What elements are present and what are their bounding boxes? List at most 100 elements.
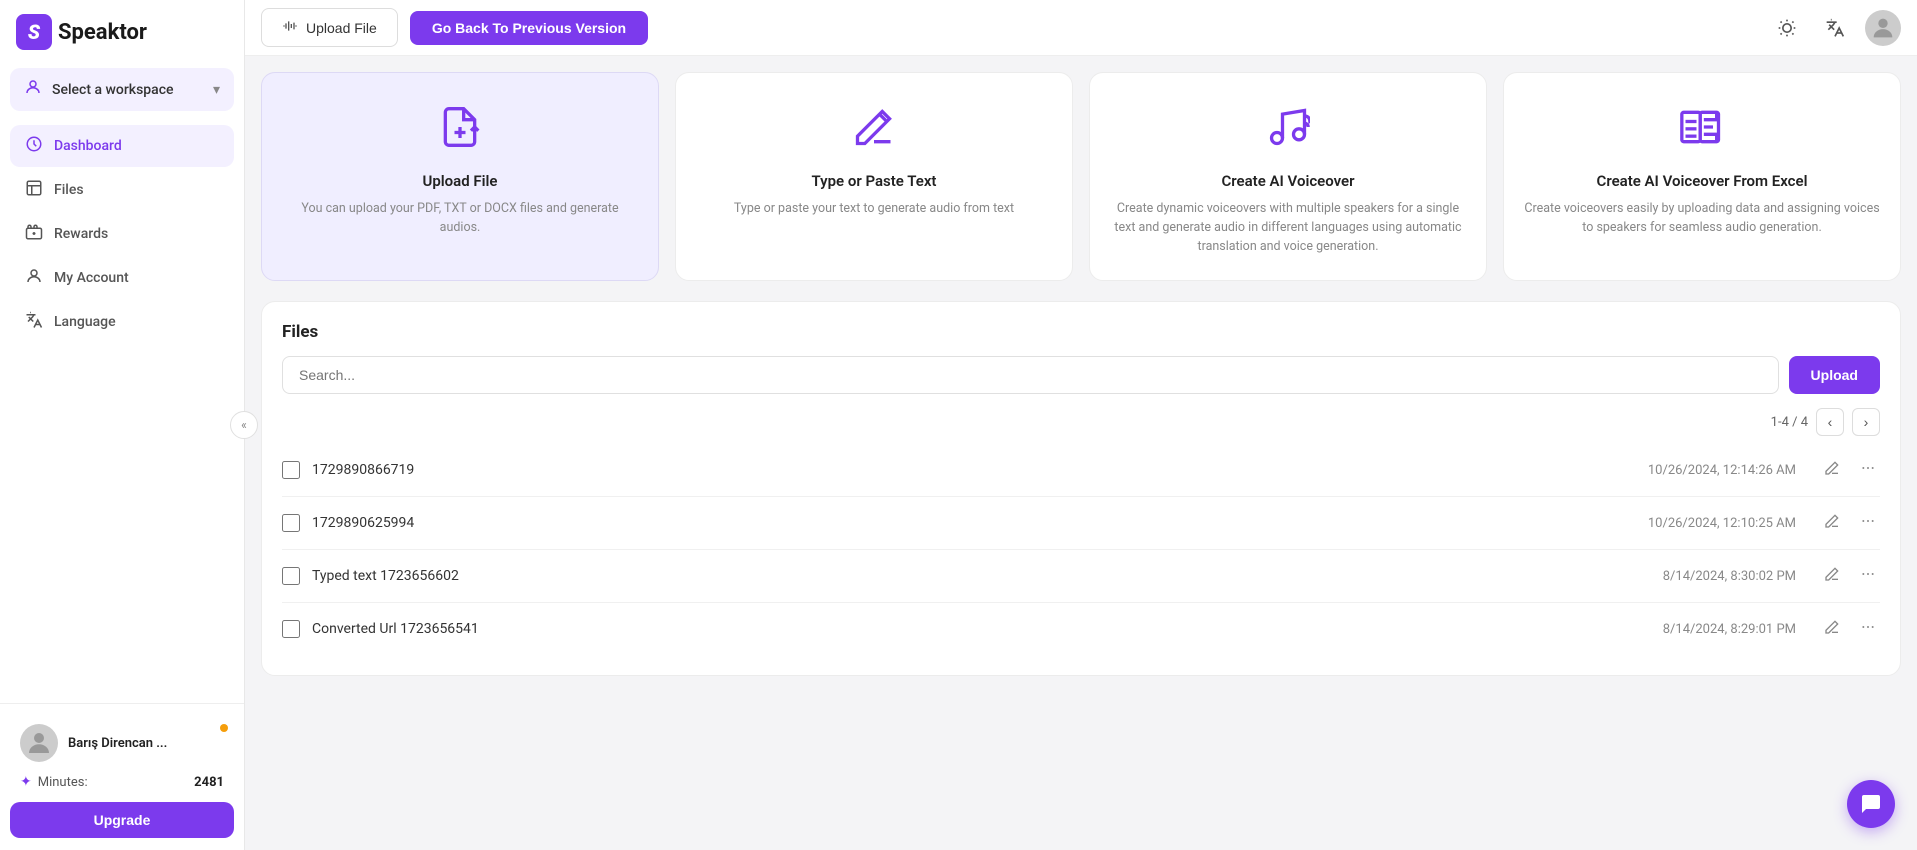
file-name: 1729890866719: [312, 462, 1584, 478]
minutes-row: ✦ Minutes: 2481: [10, 770, 234, 798]
minutes-text: Minutes:: [38, 775, 88, 790]
type-paste-card-icon: [852, 105, 896, 156]
logo-text: Speaktor: [58, 20, 147, 45]
file-edit-button[interactable]: [1820, 617, 1844, 641]
sidebar-bottom: Barış Direncan ... ✦ Minutes: 2481 Upgra…: [0, 703, 244, 850]
minutes-label: ✦ Minutes:: [20, 774, 88, 790]
logo-area: S Speaktor: [0, 0, 244, 64]
file-actions: [1820, 458, 1880, 482]
nav-items: Dashboard Files Rewards My Account Langu…: [0, 115, 244, 353]
chevron-down-icon: ▾: [213, 82, 220, 98]
search-input[interactable]: [282, 356, 1779, 394]
card-type-paste[interactable]: Type or Paste Text Type or paste your te…: [675, 72, 1073, 281]
ai-voiceover-card-desc: Create dynamic voiceovers with multiple …: [1110, 200, 1466, 256]
search-upload-row: Upload: [282, 356, 1880, 394]
workspace-label: Select a workspace: [52, 82, 203, 98]
sidebar-item-files[interactable]: Files: [10, 169, 234, 211]
sidebar-item-rewards-label: Rewards: [54, 226, 108, 242]
table-row: Converted Url 1723656541 8/14/2024, 8:29…: [282, 603, 1880, 655]
table-row: 1729890866719 10/26/2024, 12:14:26 AM: [282, 444, 1880, 497]
file-more-button[interactable]: [1856, 511, 1880, 535]
ai-voiceover-card-title: Create AI Voiceover: [1221, 172, 1354, 190]
file-checkbox[interactable]: [282, 620, 300, 638]
main-content: Upload File Go Back To Previous Version: [245, 0, 1917, 850]
file-edit-button[interactable]: [1820, 564, 1844, 588]
files-icon: [24, 179, 44, 201]
file-edit-button[interactable]: [1820, 511, 1844, 535]
go-back-button[interactable]: Go Back To Previous Version: [410, 11, 648, 45]
sidebar: S Speaktor Select a workspace ▾ Dashboar…: [0, 0, 245, 850]
sidebar-item-rewards[interactable]: Rewards: [10, 213, 234, 255]
topbar: Upload File Go Back To Previous Version: [245, 0, 1917, 56]
file-more-button[interactable]: [1856, 617, 1880, 641]
file-edit-button[interactable]: [1820, 458, 1844, 482]
language-toggle-button[interactable]: [1817, 10, 1853, 46]
workspace-user-icon: [24, 78, 42, 101]
topbar-right: [1769, 10, 1901, 46]
collapse-sidebar-button[interactable]: «: [230, 411, 258, 439]
card-ai-voiceover[interactable]: Create AI Voiceover Create dynamic voice…: [1089, 72, 1487, 281]
my-account-icon: [24, 267, 44, 289]
upload-file-label: Upload File: [306, 20, 377, 36]
type-paste-card-title: Type or Paste Text: [812, 172, 937, 190]
card-upload-file[interactable]: Upload File You can upload your PDF, TXT…: [261, 72, 659, 281]
workspace-selector[interactable]: Select a workspace ▾: [10, 68, 234, 111]
sidebar-item-my-account[interactable]: My Account: [10, 257, 234, 299]
sidebar-item-language-label: Language: [54, 314, 116, 330]
user-notification-dot: [220, 724, 228, 732]
type-paste-card-desc: Type or paste your text to generate audi…: [734, 200, 1014, 219]
pagination-info: 1-4 / 4: [1771, 415, 1808, 430]
action-cards: Upload File You can upload your PDF, TXT…: [261, 72, 1901, 281]
file-checkbox[interactable]: [282, 514, 300, 532]
star-icon: ✦: [20, 774, 32, 790]
upload-file-card-title: Upload File: [422, 172, 497, 190]
file-date: 8/14/2024, 8:29:01 PM: [1596, 622, 1796, 637]
files-list: 1729890866719 10/26/2024, 12:14:26 AM 17…: [282, 444, 1880, 655]
waveform-icon: [282, 18, 298, 37]
files-section-title: Files: [282, 322, 1880, 342]
file-more-button[interactable]: [1856, 564, 1880, 588]
user-name: Barış Direncan ...: [68, 736, 224, 751]
pagination-next-button[interactable]: ›: [1852, 408, 1880, 436]
language-icon: [24, 311, 44, 333]
topbar-user-avatar[interactable]: [1865, 10, 1901, 46]
content-area: Upload File You can upload your PDF, TXT…: [245, 56, 1917, 850]
ai-voiceover-excel-card-title: Create AI Voiceover From Excel: [1597, 172, 1808, 190]
upload-file-button[interactable]: Upload File: [261, 8, 398, 47]
file-actions: [1820, 564, 1880, 588]
user-row: Barış Direncan ...: [10, 716, 234, 770]
logo: S Speaktor: [16, 14, 147, 50]
file-date: 8/14/2024, 8:30:02 PM: [1596, 569, 1796, 584]
minutes-count: 2481: [194, 775, 224, 790]
upload-file-card-desc: You can upload your PDF, TXT or DOCX fil…: [282, 200, 638, 238]
pagination-row: 1-4 / 4 ‹ ›: [282, 408, 1880, 436]
pagination-prev-button[interactable]: ‹: [1816, 408, 1844, 436]
logo-icon: S: [16, 14, 52, 50]
file-actions: [1820, 511, 1880, 535]
file-date: 10/26/2024, 12:14:26 AM: [1596, 463, 1796, 478]
upgrade-button[interactable]: Upgrade: [10, 802, 234, 838]
chat-bubble-button[interactable]: [1847, 780, 1895, 828]
card-ai-voiceover-excel[interactable]: Create AI Voiceover From Excel Create vo…: [1503, 72, 1901, 281]
sidebar-item-files-label: Files: [54, 182, 84, 198]
file-checkbox[interactable]: [282, 567, 300, 585]
rewards-icon: [24, 223, 44, 245]
table-row: 1729890625994 10/26/2024, 12:10:25 AM: [282, 497, 1880, 550]
file-more-button[interactable]: [1856, 458, 1880, 482]
sidebar-item-dashboard[interactable]: Dashboard: [10, 125, 234, 167]
file-name: Typed text 1723656602: [312, 568, 1584, 584]
user-avatar: [20, 724, 58, 762]
upload-file-card-icon: [438, 105, 482, 156]
file-name: Converted Url 1723656541: [312, 621, 1584, 637]
dashboard-icon: [24, 135, 44, 157]
sidebar-item-my-account-label: My Account: [54, 270, 129, 286]
file-date: 10/26/2024, 12:10:25 AM: [1596, 516, 1796, 531]
ai-voiceover-excel-card-icon: [1680, 105, 1724, 156]
ai-voiceover-excel-card-desc: Create voiceovers easily by uploading da…: [1524, 200, 1880, 238]
table-row: Typed text 1723656602 8/14/2024, 8:30:02…: [282, 550, 1880, 603]
files-upload-button[interactable]: Upload: [1789, 356, 1880, 394]
sidebar-item-language[interactable]: Language: [10, 301, 234, 343]
theme-toggle-button[interactable]: [1769, 10, 1805, 46]
files-section: Files Upload 1-4 / 4 ‹ › 1729890866719 1…: [261, 301, 1901, 676]
file-checkbox[interactable]: [282, 461, 300, 479]
